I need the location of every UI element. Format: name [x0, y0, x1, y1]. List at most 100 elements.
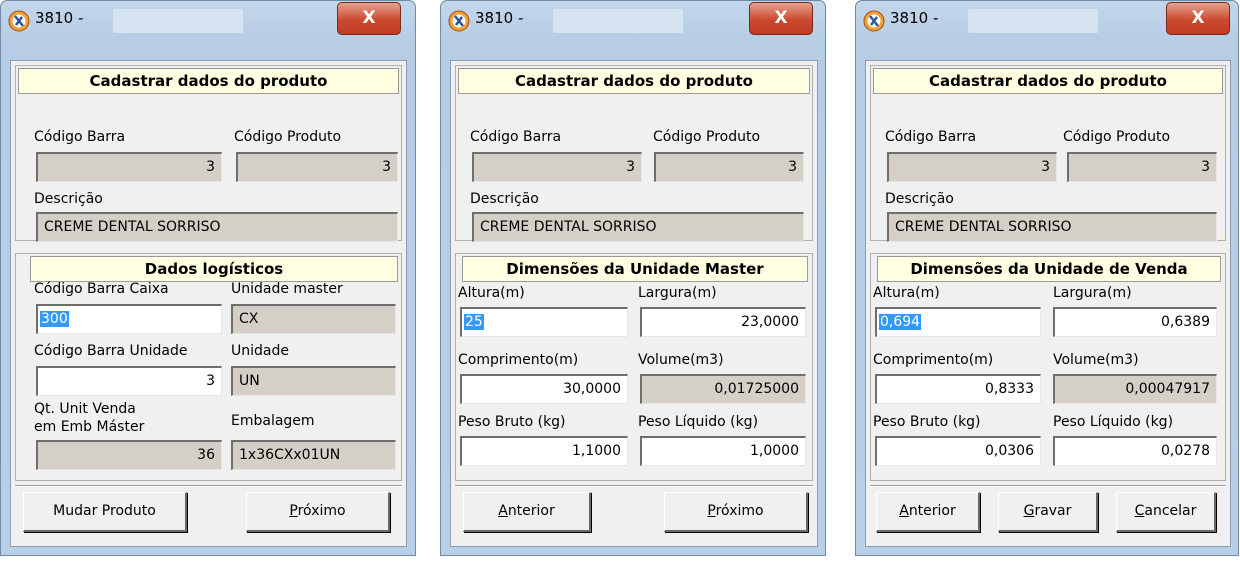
anterior-mnemonic: A: [498, 503, 508, 519]
volume-field[interactable]: 0,01725000: [640, 374, 806, 404]
altura-input[interactable]: 0,694: [875, 307, 1041, 337]
codigo-produto-field[interactable]: 3: [236, 152, 398, 182]
codigo-produto-field[interactable]: 3: [654, 152, 804, 182]
cb-caixa-value: 300: [40, 311, 69, 327]
cb-unidade-label: Código Barra Unidade: [34, 343, 188, 359]
window-client: Cadastrar dados do produto Código Barra …: [450, 60, 818, 547]
codigo-produto-label: Código Produto: [653, 129, 761, 145]
descricao-field[interactable]: CREME DENTAL SORRISO: [472, 212, 804, 242]
volume-field[interactable]: 0,00047917: [1053, 374, 1217, 404]
window-master-dimensions: 3810 - X Cadastrar dados do produto Códi…: [440, 0, 826, 556]
button-separator: [870, 485, 1226, 487]
gravar-mnemonic: G: [1023, 503, 1035, 519]
logistics-panel: Dados logísticos Código Barra Caixa Unid…: [15, 253, 402, 481]
proximo-button[interactable]: Próximo: [246, 492, 390, 532]
panel-header: Cadastrar dados do produto: [873, 68, 1223, 94]
redacted-title: [968, 9, 1098, 33]
peso-bruto-label: Peso Bruto (kg): [458, 414, 566, 430]
peso-liquido-input[interactable]: 0,0278: [1053, 436, 1217, 466]
proximo-mnemonic: P: [289, 503, 298, 519]
panel-header: Cadastrar dados do produto: [458, 68, 810, 94]
peso-bruto-input[interactable]: 1,1000: [460, 436, 628, 466]
title-bar[interactable]: 3810 - X: [1, 1, 415, 45]
proximo-mnemonic: P: [707, 503, 716, 519]
codigo-barra-field[interactable]: 3: [36, 152, 222, 182]
app-logo-icon: [863, 10, 885, 32]
codigo-barra-field[interactable]: 3: [472, 152, 642, 182]
anterior-mnemonic: A: [899, 503, 909, 519]
cb-caixa-input[interactable]: 300: [36, 304, 222, 334]
comprimento-label: Comprimento(m): [458, 352, 579, 368]
codigo-barra-field[interactable]: 3: [887, 152, 1057, 182]
title-bar[interactable]: 3810 - X: [441, 1, 825, 45]
unidade-master-label: Unidade master: [231, 281, 343, 297]
window-title: 3810 -: [35, 9, 84, 27]
cb-unidade-input[interactable]: 3: [36, 366, 222, 396]
product-panel: Cadastrar dados do produto Código Barra …: [870, 65, 1226, 242]
qt-unit-label-1: Qt. Unit Venda: [34, 401, 136, 417]
proximo-label: róximo: [297, 503, 346, 519]
peso-liquido-input[interactable]: 1,0000: [640, 436, 806, 466]
dimensions-panel: Dimensões da Unidade de Venda Altura(m) …: [870, 253, 1226, 481]
redacted-title: [553, 9, 683, 33]
window-title: 3810 -: [475, 9, 524, 27]
button-separator: [15, 485, 402, 487]
unidade-label: Unidade: [231, 343, 289, 359]
codigo-produto-label: Código Produto: [1063, 129, 1171, 145]
largura-input[interactable]: 23,0000: [640, 307, 806, 337]
qt-unit-label-2: em Emb Máster: [34, 419, 145, 435]
embalagem-field[interactable]: 1x36CXx01UN: [231, 440, 396, 470]
gravar-button[interactable]: Gravar: [998, 492, 1098, 532]
title-bar[interactable]: 3810 - X: [856, 1, 1238, 45]
unidade-master-field[interactable]: CX: [231, 304, 396, 334]
peso-bruto-input[interactable]: 0,0306: [875, 436, 1041, 466]
codigo-produto-field[interactable]: 3: [1067, 152, 1217, 182]
product-panel: Cadastrar dados do produto Código Barra …: [455, 65, 813, 242]
comprimento-input[interactable]: 0,8333: [875, 374, 1041, 404]
gravar-label: ravar: [1034, 503, 1072, 519]
codigo-barra-label: Código Barra: [885, 129, 977, 145]
altura-value: 25: [464, 314, 484, 330]
button-separator: [455, 485, 813, 487]
app-logo-icon: [448, 10, 470, 32]
panel-header: Cadastrar dados do produto: [18, 68, 399, 94]
window-logistics: 3810 - X Cadastrar dados do produto Códi…: [0, 0, 416, 556]
cancelar-button[interactable]: Cancelar: [1116, 492, 1216, 532]
anterior-label: nterior: [908, 503, 956, 519]
altura-label: Altura(m): [458, 285, 525, 301]
descricao-field[interactable]: CREME DENTAL SORRISO: [887, 212, 1217, 242]
largura-label: Largura(m): [638, 285, 717, 301]
descricao-label: Descrição: [34, 191, 103, 207]
comprimento-input[interactable]: 30,0000: [460, 374, 628, 404]
volume-label: Volume(m3): [1053, 352, 1139, 368]
anterior-button[interactable]: Anterior: [463, 492, 591, 532]
codigo-barra-label: Código Barra: [34, 129, 126, 145]
cancelar-label: ancelar: [1144, 503, 1197, 519]
descricao-field[interactable]: CREME DENTAL SORRISO: [36, 212, 398, 242]
largura-input[interactable]: 0,6389: [1053, 307, 1217, 337]
window-client: Cadastrar dados do produto Código Barra …: [10, 60, 407, 547]
cancelar-mnemonic: C: [1134, 503, 1145, 519]
proximo-label: róximo: [715, 503, 764, 519]
close-button[interactable]: X: [337, 2, 401, 35]
altura-input[interactable]: 25: [460, 307, 628, 337]
cb-caixa-label: Código Barra Caixa: [34, 281, 169, 297]
embalagem-label: Embalagem: [231, 413, 315, 429]
largura-label: Largura(m): [1053, 285, 1132, 301]
redacted-title: [113, 9, 243, 33]
anterior-button[interactable]: Anterior: [876, 492, 980, 532]
unidade-field[interactable]: UN: [231, 366, 396, 396]
qt-unit-field[interactable]: 36: [36, 440, 222, 470]
product-panel: Cadastrar dados do produto Código Barra …: [15, 65, 402, 242]
descricao-label: Descrição: [470, 191, 539, 207]
close-button[interactable]: X: [1166, 2, 1230, 35]
peso-liquido-label: Peso Líquido (kg): [1053, 414, 1174, 430]
anterior-label: nterior: [507, 503, 555, 519]
altura-value: 0,694: [879, 314, 922, 330]
altura-label: Altura(m): [873, 285, 940, 301]
section-title: Dimensões da Unidade de Venda: [877, 256, 1221, 282]
close-button[interactable]: X: [749, 2, 813, 35]
window-title: 3810 -: [890, 9, 939, 27]
proximo-button[interactable]: Próximo: [664, 492, 808, 532]
mudar-produto-button[interactable]: Mudar Produto: [23, 492, 187, 532]
